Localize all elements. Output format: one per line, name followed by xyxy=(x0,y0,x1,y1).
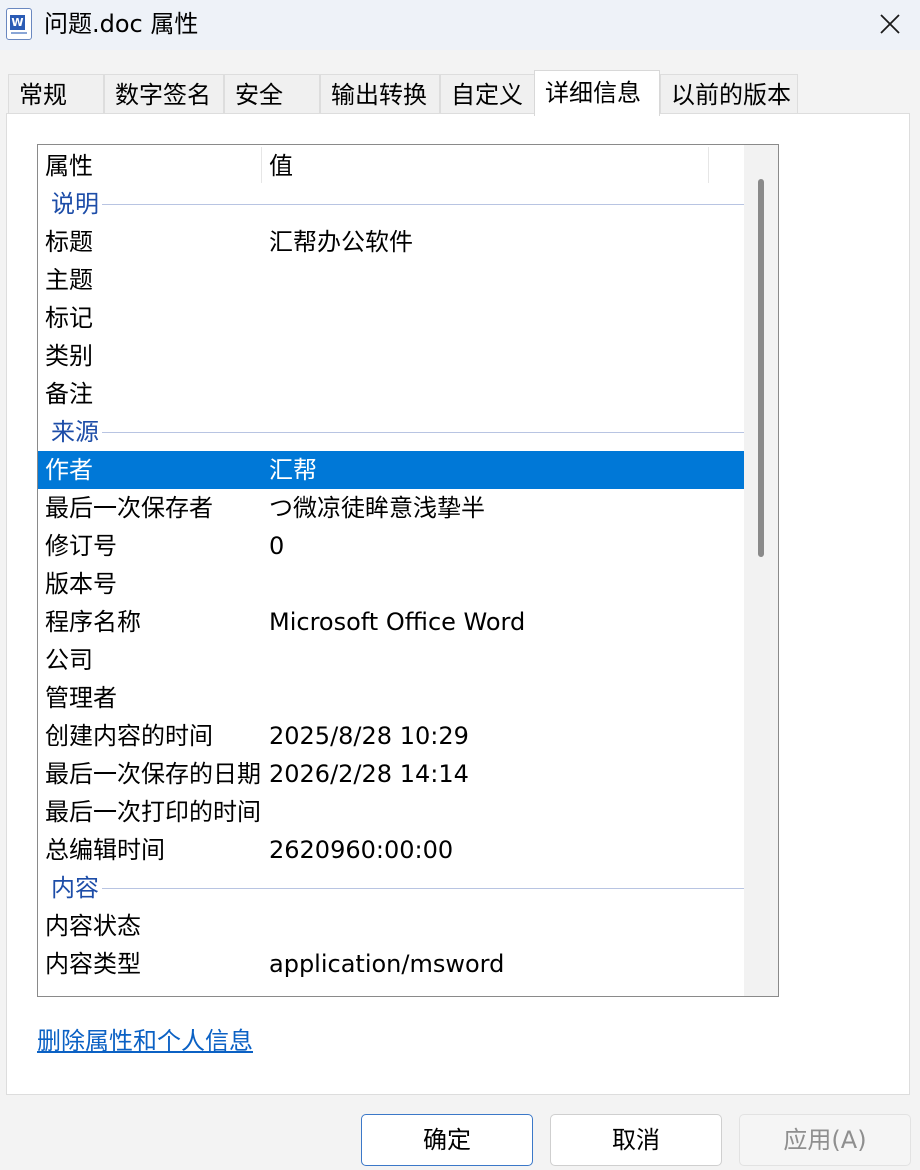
list-item[interactable]: 主题 xyxy=(38,261,744,299)
list-item[interactable]: 最后一次保存的日期 2026/2/28 14:14 xyxy=(38,755,744,793)
property-value: 2620960:00:00 xyxy=(269,836,454,864)
property-value: Microsoft Office Word xyxy=(269,608,526,636)
tab-digital-signature[interactable]: 数字签名 xyxy=(104,74,224,114)
list-rows: 说明 标题 汇帮办公软件 主题 标记 类别 备注 来源 作者 汇帮 最后一次保存… xyxy=(38,185,774,983)
property-name: 总编辑时间 xyxy=(45,836,165,864)
property-name: 创建内容的时间 xyxy=(45,722,213,750)
property-value: 2026/2/28 14:14 xyxy=(269,760,469,788)
property-name: 最后一次打印的时间 xyxy=(45,798,261,826)
list-item-selected[interactable]: 作者 汇帮 xyxy=(38,451,744,489)
property-name: 备注 xyxy=(45,380,93,408)
property-name: 修订号 xyxy=(45,532,117,560)
scrollbar-thumb[interactable] xyxy=(758,179,764,557)
property-name: 内容类型 xyxy=(45,950,141,978)
close-button[interactable] xyxy=(860,0,920,48)
property-name: 主题 xyxy=(45,266,93,294)
tab-output-conversion[interactable]: 输出转换 xyxy=(320,74,440,114)
list-item[interactable]: 管理者 xyxy=(38,679,744,717)
list-item[interactable]: 修订号 0 xyxy=(38,527,744,565)
word-document-icon: W xyxy=(6,8,32,40)
list-item[interactable]: 公司 xyxy=(38,641,744,679)
tab-custom[interactable]: 自定义 xyxy=(440,74,536,114)
property-name: 程序名称 xyxy=(45,608,141,636)
property-name: 版本号 xyxy=(45,570,117,598)
group-divider xyxy=(102,432,774,433)
property-name: 公司 xyxy=(45,646,93,674)
tab-security[interactable]: 安全 xyxy=(224,74,320,114)
group-label: 来源 xyxy=(51,418,99,446)
column-header-value[interactable]: 值 xyxy=(269,145,293,185)
property-value: 0 xyxy=(269,532,285,560)
list-item[interactable]: 内容类型 application/msword xyxy=(38,945,744,983)
list-item[interactable]: 类别 xyxy=(38,337,744,375)
column-divider xyxy=(261,147,262,183)
property-value: 汇帮办公软件 xyxy=(269,228,413,256)
list-item[interactable]: 内容状态 xyxy=(38,907,744,945)
window-title: 问题.doc 属性 xyxy=(44,10,199,38)
tab-previous-versions[interactable]: 以前的版本 xyxy=(660,74,798,114)
property-name: 最后一次保存者 xyxy=(45,494,213,522)
tab-details[interactable]: 详细信息 xyxy=(534,70,660,116)
column-header-property[interactable]: 属性 xyxy=(45,145,93,185)
list-item[interactable]: 最后一次保存者 つ微凉徒眸意浅挚半 xyxy=(38,489,744,527)
property-name: 标记 xyxy=(45,304,93,332)
group-header-origin: 来源 xyxy=(38,413,774,451)
group-label: 说明 xyxy=(51,190,99,218)
column-divider xyxy=(708,147,709,183)
group-divider xyxy=(102,888,774,889)
title-bar: W 问题.doc 属性 xyxy=(0,0,920,50)
list-item[interactable]: 程序名称 Microsoft Office Word xyxy=(38,603,744,641)
property-value: 2025/8/28 10:29 xyxy=(269,722,469,750)
remove-properties-link[interactable]: 删除属性和个人信息 xyxy=(37,1025,253,1057)
apply-button[interactable]: 应用(A) xyxy=(739,1114,911,1166)
cancel-button[interactable]: 取消 xyxy=(550,1114,722,1166)
group-label: 内容 xyxy=(51,874,99,902)
list-header: 属性 值 xyxy=(38,145,744,185)
close-icon xyxy=(880,14,900,34)
property-name: 管理者 xyxy=(45,684,117,712)
list-item[interactable]: 最后一次打印的时间 xyxy=(38,793,744,831)
property-list[interactable]: 属性 值 说明 标题 汇帮办公软件 主题 标记 类别 备注 来源 作者 汇帮 最… xyxy=(37,144,779,997)
property-name: 作者 xyxy=(45,456,93,484)
list-item[interactable]: 备注 xyxy=(38,375,744,413)
property-name: 内容状态 xyxy=(45,912,141,940)
ok-button[interactable]: 确定 xyxy=(361,1114,533,1166)
list-item[interactable]: 创建内容的时间 2025/8/28 10:29 xyxy=(38,717,744,755)
group-header-content: 内容 xyxy=(38,869,774,907)
list-item[interactable]: 标题 汇帮办公软件 xyxy=(38,223,744,261)
vertical-scrollbar[interactable] xyxy=(744,145,778,996)
group-divider xyxy=(102,204,774,205)
list-item[interactable]: 版本号 xyxy=(38,565,744,603)
list-item[interactable]: 标记 xyxy=(38,299,744,337)
property-value: application/msword xyxy=(269,950,505,978)
property-name: 类别 xyxy=(45,342,93,370)
property-value: 汇帮 xyxy=(269,456,317,484)
property-name: 最后一次保存的日期 xyxy=(45,760,261,788)
group-header-description: 说明 xyxy=(38,185,774,223)
list-item[interactable]: 总编辑时间 2620960:00:00 xyxy=(38,831,744,869)
property-name: 标题 xyxy=(45,228,93,256)
tab-general[interactable]: 常规 xyxy=(8,74,104,114)
property-value: つ微凉徒眸意浅挚半 xyxy=(269,494,485,522)
